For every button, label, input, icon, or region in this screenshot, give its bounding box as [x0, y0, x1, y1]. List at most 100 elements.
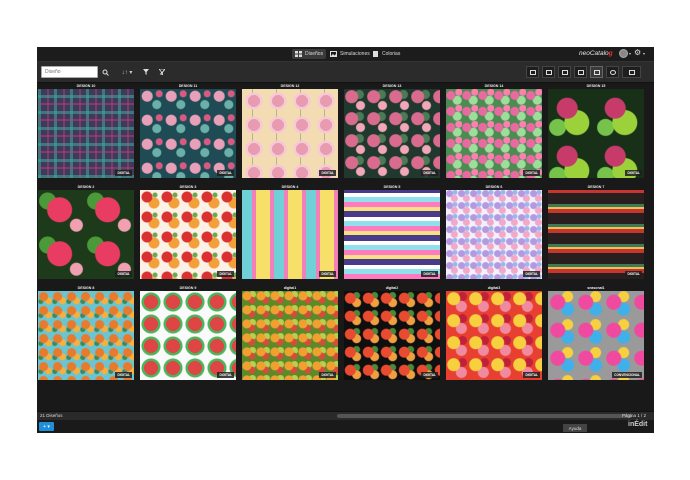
type-badge: DIGITAL	[319, 271, 336, 277]
design-card[interactable]: DESIGN 13 DIGITAL	[344, 84, 440, 179]
design-thumbnail[interactable]: DIGITAL	[344, 291, 440, 380]
brand-logo: neoCatalog	[579, 50, 613, 57]
picture-icon	[330, 51, 337, 57]
type-badge: DIGITAL	[523, 372, 540, 378]
type-badge: DIGITAL	[217, 372, 234, 378]
list-view-icon	[577, 69, 584, 75]
filter-button[interactable]	[141, 66, 151, 78]
design-card[interactable]: DESIGN 14 DIGITAL	[446, 84, 542, 179]
grid-view-button[interactable]	[590, 66, 603, 78]
type-badge: DIGITAL	[523, 271, 540, 277]
design-thumbnail[interactable]: DIGITAL	[140, 291, 236, 380]
grid-view-icon	[593, 69, 600, 75]
type-badge: DIGITAL	[625, 271, 642, 277]
design-card[interactable]: digital2 DIGITAL	[344, 286, 440, 381]
stack-view-button[interactable]	[542, 66, 555, 78]
footer-logo: inÉdit	[628, 421, 648, 428]
document-icon	[373, 51, 378, 57]
sort-button[interactable]: ↓↑ ▾	[119, 66, 135, 78]
tab-colorias[interactable]: Colorias	[369, 49, 403, 59]
design-thumbnail[interactable]: DIGITAL	[140, 89, 236, 178]
round-view-icon	[609, 69, 616, 75]
tab-label: Colorias	[382, 51, 401, 57]
design-card[interactable]: seasonal1 CONVENCIONAL	[548, 286, 644, 381]
app-window: Diseños Simulaciones Colorias neoCatalog…	[37, 47, 654, 433]
design-card[interactable]: DESIGN 8 DIGITAL	[38, 286, 134, 381]
design-card[interactable]: DESIGN 11 DIGITAL	[140, 84, 236, 179]
design-thumbnail[interactable]: DIGITAL	[38, 291, 134, 380]
grid-icon	[295, 51, 302, 57]
design-thumbnail[interactable]: DIGITAL	[38, 190, 134, 279]
bottom-bar: + ▾ Ayuda inÉdit	[37, 420, 654, 433]
design-card[interactable]: DESIGN 7 DIGITAL	[548, 185, 644, 280]
simulation-view-icon	[561, 69, 568, 75]
clear-filter-button[interactable]	[157, 66, 167, 78]
type-badge: CONVENCIONAL	[612, 372, 642, 378]
type-badge: DIGITAL	[115, 271, 132, 277]
type-badge: DIGITAL	[421, 170, 438, 176]
gear-icon[interactable]: ⚙	[634, 48, 641, 57]
filter-clear-icon	[159, 69, 165, 75]
type-badge: DIGITAL	[625, 170, 642, 176]
design-thumbnail[interactable]: DIGITAL	[140, 190, 236, 279]
design-thumbnail[interactable]: CONVENCIONAL	[548, 291, 644, 380]
design-thumbnail[interactable]: DIGITAL	[446, 89, 542, 178]
design-thumbnail[interactable]: DIGITAL	[242, 291, 338, 380]
type-badge: DIGITAL	[115, 170, 132, 176]
design-card[interactable]: DESIGN 2 DIGITAL	[38, 185, 134, 280]
type-badge: DIGITAL	[319, 170, 336, 176]
type-badge: DIGITAL	[319, 372, 336, 378]
search-input[interactable]	[41, 66, 98, 78]
tab-label: Simulaciones	[340, 51, 370, 57]
design-card[interactable]: DESIGN 3 DIGITAL	[140, 185, 236, 280]
design-card[interactable]: DESIGN 6 DIGITAL	[446, 185, 542, 280]
toolbar: ↓↑ ▾	[37, 61, 654, 83]
single-view-button[interactable]	[526, 66, 539, 78]
design-thumbnail[interactable]: DIGITAL	[446, 291, 542, 380]
design-thumbnail[interactable]: DIGITAL	[446, 190, 542, 279]
design-thumbnail[interactable]: DIGITAL	[548, 89, 644, 178]
stack-view-icon	[545, 69, 552, 75]
tab-simulaciones[interactable]: Simulaciones	[327, 49, 373, 59]
design-thumbnail[interactable]: DIGITAL	[344, 190, 440, 279]
top-bar: Diseños Simulaciones Colorias neoCatalog…	[37, 47, 654, 61]
design-thumbnail[interactable]: DIGITAL	[38, 89, 134, 178]
status-bar: 21 Diseños Página 1 / 2	[37, 411, 654, 420]
chevron-down-icon[interactable]: ▾	[629, 51, 631, 56]
search-icon	[102, 69, 109, 76]
design-thumbnail[interactable]: DIGITAL	[548, 190, 644, 279]
design-card[interactable]: DESIGN 5 DIGITAL	[344, 185, 440, 280]
add-button[interactable]: + ▾	[39, 422, 54, 431]
design-card[interactable]: digital3 DIGITAL	[446, 286, 542, 381]
design-card[interactable]: DESIGN 9 DIGITAL	[140, 286, 236, 381]
design-count: 21 Diseños	[40, 413, 63, 418]
help-button[interactable]: Ayuda	[563, 424, 587, 432]
panel-view-button[interactable]	[622, 66, 641, 78]
type-badge: DIGITAL	[523, 170, 540, 176]
simulation-view-button[interactable]	[558, 66, 571, 78]
panel-view-icon	[628, 69, 635, 75]
tab-disenos[interactable]: Diseños	[292, 49, 327, 59]
design-thumbnail[interactable]: DIGITAL	[344, 89, 440, 178]
round-view-button[interactable]	[606, 66, 619, 78]
design-thumbnail[interactable]: DIGITAL	[242, 190, 338, 279]
type-badge: DIGITAL	[217, 271, 234, 277]
horizontal-scrollbar[interactable]	[337, 414, 632, 418]
design-card[interactable]: DESIGN 4 DIGITAL	[242, 185, 338, 280]
list-view-button[interactable]	[574, 66, 587, 78]
type-badge: DIGITAL	[217, 170, 234, 176]
design-card[interactable]: DESIGN 10 DIGITAL	[38, 84, 134, 179]
design-card[interactable]: digital1 DIGITAL	[242, 286, 338, 381]
design-card[interactable]: DESIGN 15 DIGITAL	[548, 84, 644, 179]
single-view-icon	[529, 69, 536, 75]
type-badge: DIGITAL	[421, 372, 438, 378]
tab-label: Diseños	[305, 51, 324, 57]
type-badge: DIGITAL	[115, 372, 132, 378]
chevron-down-icon[interactable]: ▾	[643, 51, 645, 56]
type-badge: DIGITAL	[421, 271, 438, 277]
design-card[interactable]: DESIGN 12 DIGITAL	[242, 84, 338, 179]
search-button[interactable]	[100, 66, 110, 78]
user-avatar[interactable]	[619, 49, 628, 58]
filter-icon	[143, 69, 149, 75]
design-thumbnail[interactable]: DIGITAL	[242, 89, 338, 178]
